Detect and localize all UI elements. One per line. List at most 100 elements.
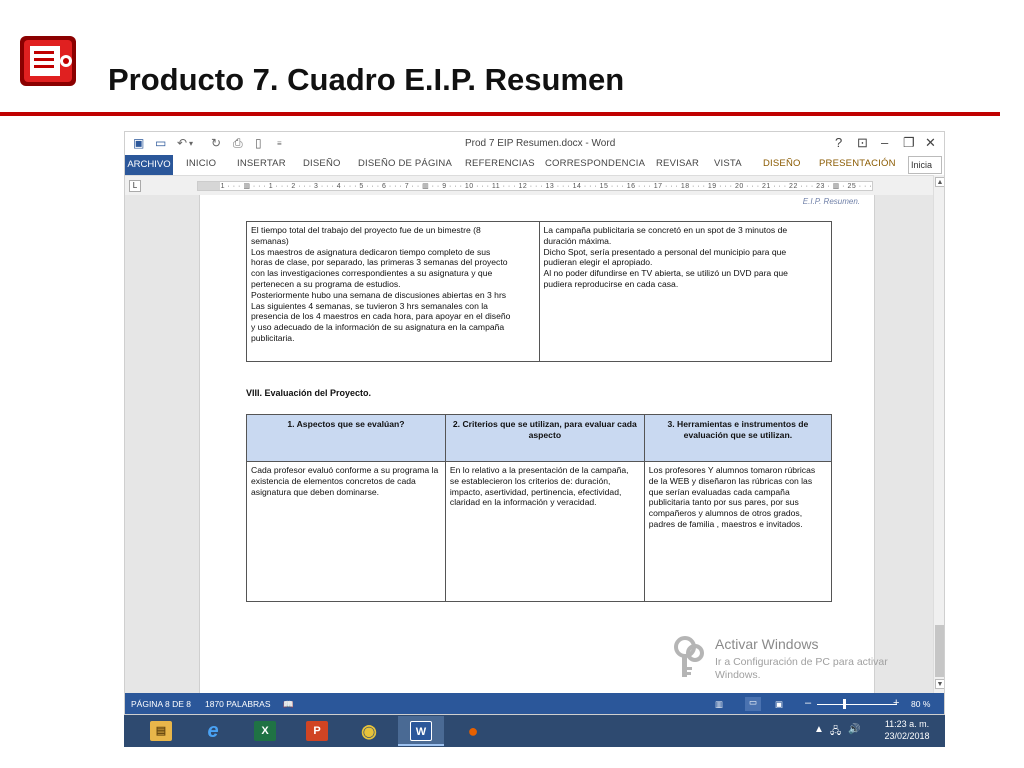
- slide-title: Producto 7. Cuadro E.I.P. Resumen: [108, 62, 625, 97]
- zoom-slider-thumb[interactable]: [843, 699, 846, 709]
- tab-insertar[interactable]: INSERTAR: [237, 158, 286, 169]
- excel-icon: X: [254, 721, 276, 741]
- help-icon[interactable]: ?: [835, 135, 842, 150]
- taskbar-firefox[interactable]: ●: [450, 716, 496, 746]
- evaluation-table: 1. Aspectos que se evalúan? 2. Criterios…: [246, 414, 833, 602]
- text-line: duración máxima.: [543, 235, 612, 246]
- evaluation-cell-aspects[interactable]: Cada profesor evaluó conforme a su progr…: [246, 461, 446, 602]
- taskbar-internet-explorer[interactable]: e: [190, 716, 236, 746]
- read-mode-icon[interactable]: ▥: [715, 699, 723, 710]
- tab-diseno-de-pagina[interactable]: DISEÑO DE PÁGINA: [358, 158, 452, 169]
- tab-vista[interactable]: VISTA: [714, 158, 742, 169]
- network-icon[interactable]: 🖧: [830, 724, 841, 741]
- clock-date: 23/02/2018: [884, 731, 930, 741]
- word-icon: W: [410, 721, 432, 741]
- evaluation-cell-criteria[interactable]: En lo relativo a la presentación de la c…: [444, 461, 645, 602]
- web-layout-icon[interactable]: ▣: [775, 699, 783, 710]
- tab-selector-button[interactable]: L: [129, 180, 141, 192]
- new-document-icon[interactable]: ▯: [255, 136, 262, 151]
- title-divider: [0, 112, 1000, 116]
- slide: Producto 7. Cuadro E.I.P. Resumen ▣ ▭ ↶ …: [0, 0, 1024, 768]
- taskbar-chrome[interactable]: ◉: [346, 716, 392, 746]
- system-clock[interactable]: 11:23 a. m. 23/02/2018: [877, 718, 937, 742]
- text-line: con las investigaciones correspondientes…: [251, 268, 493, 279]
- vertical-scrollbar[interactable]: ▲ ▼: [933, 175, 944, 693]
- ruler-bar: L 2 · · · 1 · · · ▥ · · · 1 · · · 2 · · …: [125, 175, 944, 195]
- tab-archivo[interactable]: ARCHIVO: [125, 155, 173, 175]
- file-explorer-icon: ▤: [150, 721, 172, 741]
- undo-dropdown-icon[interactable]: ▾: [189, 136, 193, 151]
- watermark-title: Activar Windows: [715, 636, 819, 652]
- powerpoint-icon: P: [306, 721, 328, 741]
- text-line: pudiera reproducirse en cada casa.: [543, 278, 679, 289]
- taskbar: ▤ e X P ◉ W ● ▲ 🖧 🔊 11:23 a. m. 23/02/20…: [124, 715, 945, 747]
- taskbar-powerpoint[interactable]: P: [294, 716, 340, 746]
- ribbon-display-icon[interactable]: ⊡: [857, 135, 868, 150]
- zoom-in-button[interactable]: +: [893, 697, 899, 709]
- summary-cell-campaign[interactable]: La campaña publicitaria se concretó en u…: [538, 221, 832, 362]
- section-heading: VIII. Evaluación del Proyecto.: [246, 388, 372, 398]
- key-icon: [674, 636, 704, 677]
- customize-toolbar-icon[interactable]: ≡: [277, 136, 282, 151]
- close-button[interactable]: ✕: [925, 135, 936, 150]
- tab-presentacion[interactable]: PRESENTACIÓN: [819, 158, 896, 169]
- tab-diseno[interactable]: DISEÑO: [303, 158, 341, 169]
- text-line: Posteriormente hubo una semana de discus…: [251, 289, 507, 300]
- text-line: y uso adecuado de la información de su a…: [251, 322, 505, 333]
- taskbar-file-explorer[interactable]: ▤: [138, 716, 184, 746]
- print-preview-icon[interactable]: ⎙: [233, 136, 243, 151]
- restore-button[interactable]: ❐: [903, 135, 915, 150]
- tab-referencias[interactable]: REFERENCIAS: [465, 158, 535, 169]
- evaluation-header-tools[interactable]: 3. Herramientas e instrumentos de evalua…: [643, 414, 833, 462]
- page-count[interactable]: PÁGINA 8 DE 8: [131, 699, 191, 709]
- evaluation-cell-tools[interactable]: Los profesores Y alumnos tomaron rúbrica…: [643, 461, 833, 602]
- text-line: La campaña publicitaria se concretó en u…: [543, 225, 788, 235]
- clock-time: 11:23 a. m.: [884, 719, 930, 729]
- save-icon[interactable]: ▭: [155, 136, 166, 151]
- tab-table-diseno[interactable]: DISEÑO: [763, 158, 801, 169]
- horizontal-ruler[interactable]: 2 · · · 1 · · · ▥ · · · 1 · · · 2 · · · …: [197, 181, 873, 191]
- watermark-subtitle: Ir a Configuración de PC para activar Wi…: [715, 656, 888, 681]
- text-line: pertenecen a su programa de estudios.: [251, 278, 401, 289]
- proofing-icon[interactable]: 📖: [283, 699, 294, 710]
- presentation-logo-icon: [20, 36, 76, 86]
- status-bar: PÁGINA 8 DE 8 1870 PALABRAS 📖 ▥ ▭ ▣ – + …: [125, 693, 944, 714]
- tab-correspondencia[interactable]: CORRESPONDENCIA: [545, 158, 645, 169]
- show-hidden-icons[interactable]: ▲: [814, 724, 824, 735]
- chrome-icon: ◉: [361, 721, 377, 741]
- ribbon-tabs: ARCHIVO INICIO INSERTAR DISEÑO DISEÑO DE…: [125, 155, 944, 175]
- redo-icon[interactable]: ↻: [211, 136, 221, 151]
- document-page[interactable]: E.I.P. Resumen. El tiempo total del trab…: [199, 195, 875, 693]
- scroll-down-icon[interactable]: ▼: [935, 679, 944, 689]
- volume-icon[interactable]: 🔊: [848, 724, 860, 735]
- scroll-up-icon[interactable]: ▲: [935, 177, 944, 187]
- text-line: Las siguientes 4 semanas, se tuvieron 3 …: [251, 300, 488, 311]
- evaluation-header-aspects[interactable]: 1. Aspectos que se evalúan?: [246, 414, 446, 462]
- text-line: semanas): [251, 235, 289, 246]
- text-line: horas de clase, por separado, las primer…: [251, 257, 508, 268]
- undo-icon[interactable]: ↶: [177, 136, 187, 151]
- print-layout-icon[interactable]: ▭: [745, 697, 761, 711]
- ruler-left-margin: [198, 182, 220, 190]
- zoom-out-button[interactable]: –: [805, 697, 811, 709]
- scroll-thumb[interactable]: [935, 625, 944, 677]
- text-line: pudieran elegir el apropiado.: [543, 257, 653, 268]
- text-line: presencia de los 4 maestros en cada hora…: [251, 311, 511, 322]
- zoom-slider[interactable]: [817, 704, 897, 705]
- page-header-text: E.I.P. Resumen.: [802, 197, 860, 206]
- tab-inicio[interactable]: INICIO: [186, 158, 216, 169]
- taskbar-excel[interactable]: X: [242, 716, 288, 746]
- text-line: Al no poder difundirse en TV abierta, se…: [543, 268, 788, 279]
- word-count[interactable]: 1870 PALABRAS: [205, 699, 271, 709]
- evaluation-header-criteria[interactable]: 2. Criterios que se utilizan, para evalu…: [444, 414, 645, 462]
- minimize-button[interactable]: –: [881, 135, 888, 150]
- summary-cell-time[interactable]: El tiempo total del trabajo del proyecto…: [246, 221, 540, 362]
- tab-revisar[interactable]: REVISAR: [656, 158, 699, 169]
- text-line: publicitaria.: [251, 332, 295, 343]
- activate-windows-watermark: Activar Windows Ir a Configuración de PC…: [673, 632, 933, 692]
- document-area: E.I.P. Resumen. El tiempo total del trab…: [125, 195, 933, 693]
- zoom-level[interactable]: 80 %: [911, 699, 930, 709]
- sign-in-button[interactable]: Inicia: [908, 156, 942, 174]
- firefox-icon: ●: [467, 721, 479, 741]
- taskbar-word[interactable]: W: [398, 716, 444, 746]
